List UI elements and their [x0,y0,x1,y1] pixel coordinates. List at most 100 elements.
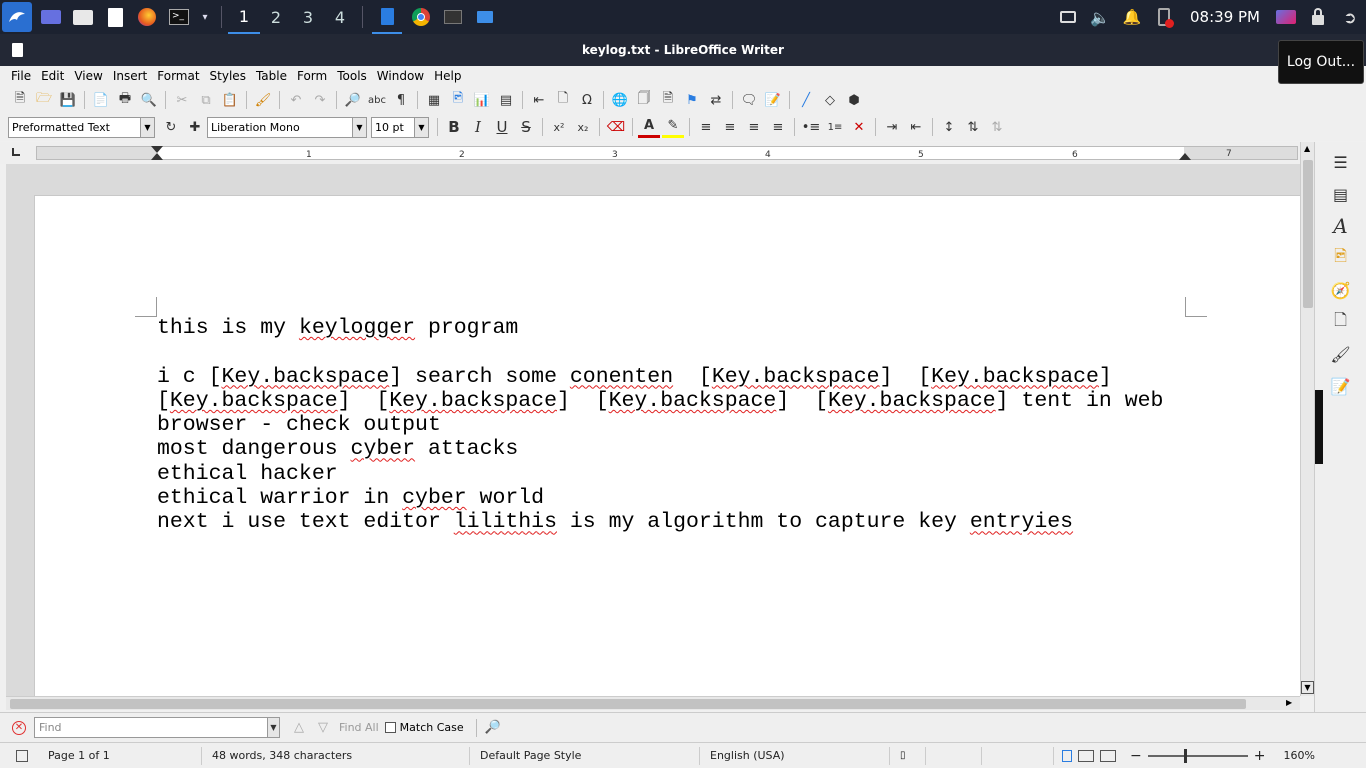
justify-icon[interactable]: ≡ [767,116,789,138]
workspace-3[interactable]: 3 [292,0,324,34]
decrease-indent-icon[interactable]: ⇤ [905,116,927,138]
desktop-icon[interactable] [38,4,64,30]
styles-icon[interactable]: A [1329,214,1353,238]
scroll-down-icon[interactable]: ▼ [1301,681,1314,694]
first-line-indent-marker[interactable] [151,153,163,160]
special-character-icon[interactable]: Ω [576,89,598,111]
find-replace-icon[interactable]: 🔎 [342,89,364,111]
style-inspector-icon[interactable]: 🖌 [1329,342,1353,366]
spelling-icon[interactable]: abc [366,89,388,111]
align-right-icon[interactable]: ≡ [743,116,765,138]
find-next-icon[interactable]: ▽ [312,717,334,739]
document-line[interactable]: i c [Key.backspace] search some conenten… [157,365,1163,389]
document-line[interactable]: [Key.backspace] [Key.backspace] [Key.bac… [157,389,1163,413]
new-style-icon[interactable]: ✚ [184,116,206,138]
find-input[interactable]: Find ▼ [34,717,280,738]
files-icon[interactable] [70,4,96,30]
increase-indent-icon[interactable]: ⇥ [881,116,903,138]
insert-mode-icon[interactable]: ▯ [890,746,926,765]
line-icon[interactable]: ╱ [795,89,817,111]
export-pdf-icon[interactable]: 📄 [90,89,112,111]
insert-textbox-icon[interactable]: ▤ [495,89,517,111]
right-indent-marker[interactable] [1179,153,1191,160]
vertical-scrollbar[interactable]: ▲ ▼ [1300,142,1314,696]
close-find-bar-icon[interactable]: ✕ [12,720,26,735]
power-manager-icon[interactable] [1151,4,1177,30]
logout-icon[interactable]: ➲ [1337,4,1363,30]
update-style-icon[interactable]: ↻ [160,116,182,138]
subscript-icon[interactable]: x₂ [572,116,594,138]
copy-icon[interactable]: ⧉ [195,89,217,111]
single-page-view-icon[interactable] [1062,749,1072,762]
tab-stop-icon[interactable] [12,148,20,156]
save-status-icon[interactable] [16,749,28,762]
menu-help[interactable]: Help [429,69,466,83]
menu-format[interactable]: Format [152,69,204,83]
insert-table-icon[interactable]: ▦ [423,89,445,111]
insert-chart-icon[interactable]: 📊 [471,89,493,111]
chevron-down-icon[interactable]: ▾ [198,4,212,30]
document-line[interactable] [157,340,1163,364]
menu-window[interactable]: Window [372,69,429,83]
document-page[interactable]: this is my keylogger program i c [Key.bac… [34,195,1300,696]
selection-mode[interactable] [926,746,982,765]
footnote-icon[interactable]: 🗍 [633,89,655,111]
find-previous-icon[interactable]: △ [288,717,310,739]
left-indent-marker[interactable] [151,146,163,153]
cut-icon[interactable]: ✂ [171,89,193,111]
document-line[interactable]: browser - check output [157,413,1163,437]
document-area[interactable]: this is my keylogger program i c [Key.bac… [6,164,1300,696]
redo-icon[interactable]: ↷ [309,89,331,111]
menu-insert[interactable]: Insert [108,69,152,83]
font-color-icon[interactable]: A [638,116,660,138]
chrome-icon[interactable] [408,4,434,30]
shapes-icon[interactable]: ◇ [819,89,841,111]
align-left-icon[interactable]: ≡ [695,116,717,138]
cross-reference-icon[interactable]: ⇄ [705,89,727,111]
align-center-icon[interactable]: ≡ [719,116,741,138]
terminal-icon[interactable]: >_ [166,4,192,30]
writer-icon[interactable] [372,0,402,34]
kali-menu-icon[interactable] [2,2,32,32]
clone-formatting-icon[interactable]: 🖌 [252,89,274,111]
sidebar-collapse-handle[interactable] [1315,390,1323,464]
text-editor-icon[interactable] [102,4,128,30]
horizontal-ruler[interactable]: 1 2 3 4 5 6 7 [0,142,1316,164]
zoom-out-icon[interactable]: − [1130,748,1142,764]
comment-icon[interactable]: 🗨 [738,89,760,111]
bookmark-icon[interactable]: ⚑ [681,89,703,111]
zoom-in-icon[interactable]: + [1254,748,1266,764]
book-view-icon[interactable] [1100,749,1116,762]
zoom-slider-knob[interactable] [1183,748,1187,763]
firefox-icon[interactable] [134,4,160,30]
superscript-icon[interactable]: x² [548,116,570,138]
find-replace-dialog-icon[interactable]: 🔎 [482,717,504,739]
volume-icon[interactable]: 🔈 [1087,4,1113,30]
page-break-icon[interactable]: ⇤ [528,89,550,111]
page-count[interactable]: Page 1 of 1 [38,746,202,765]
menu-form[interactable]: Form [292,69,332,83]
manage-changes-icon[interactable]: 📝 [1329,374,1353,398]
document-line[interactable]: next i use text editor lilithis is my al… [157,510,1163,534]
screen-icon[interactable] [1055,4,1081,30]
navigator-icon[interactable]: 🧭 [1329,278,1353,302]
document-line[interactable]: this is my keylogger program [157,316,1163,340]
display-icon[interactable] [1273,4,1299,30]
sidebar-menu-icon[interactable]: ☰ [1329,150,1353,174]
insert-image-icon[interactable]: 🖻 [447,89,469,111]
paragraph-style-combo[interactable]: Preformatted Text ▼ [8,116,155,138]
open-folder-icon[interactable]: 🗁 [33,89,55,111]
decrease-paragraph-spacing-icon[interactable]: ⇅ [986,116,1008,138]
track-changes-icon[interactable]: 📝 [762,89,784,111]
find-all-button[interactable]: Find All [339,721,379,734]
zoom-level[interactable]: 160% [1283,749,1314,762]
hyperlink-icon[interactable]: 🌐 [609,89,631,111]
paste-icon[interactable]: 📋 [219,89,241,111]
document-line[interactable]: most dangerous cyber attacks [157,437,1163,461]
bullet-list-icon[interactable]: •≡ [800,116,822,138]
numbered-list-icon[interactable]: 1≡ [824,116,846,138]
menu-tools[interactable]: Tools [332,69,372,83]
strikethrough-button[interactable]: S [515,116,537,138]
menu-file[interactable]: File [6,69,36,83]
zoom-slider[interactable] [1147,748,1248,763]
